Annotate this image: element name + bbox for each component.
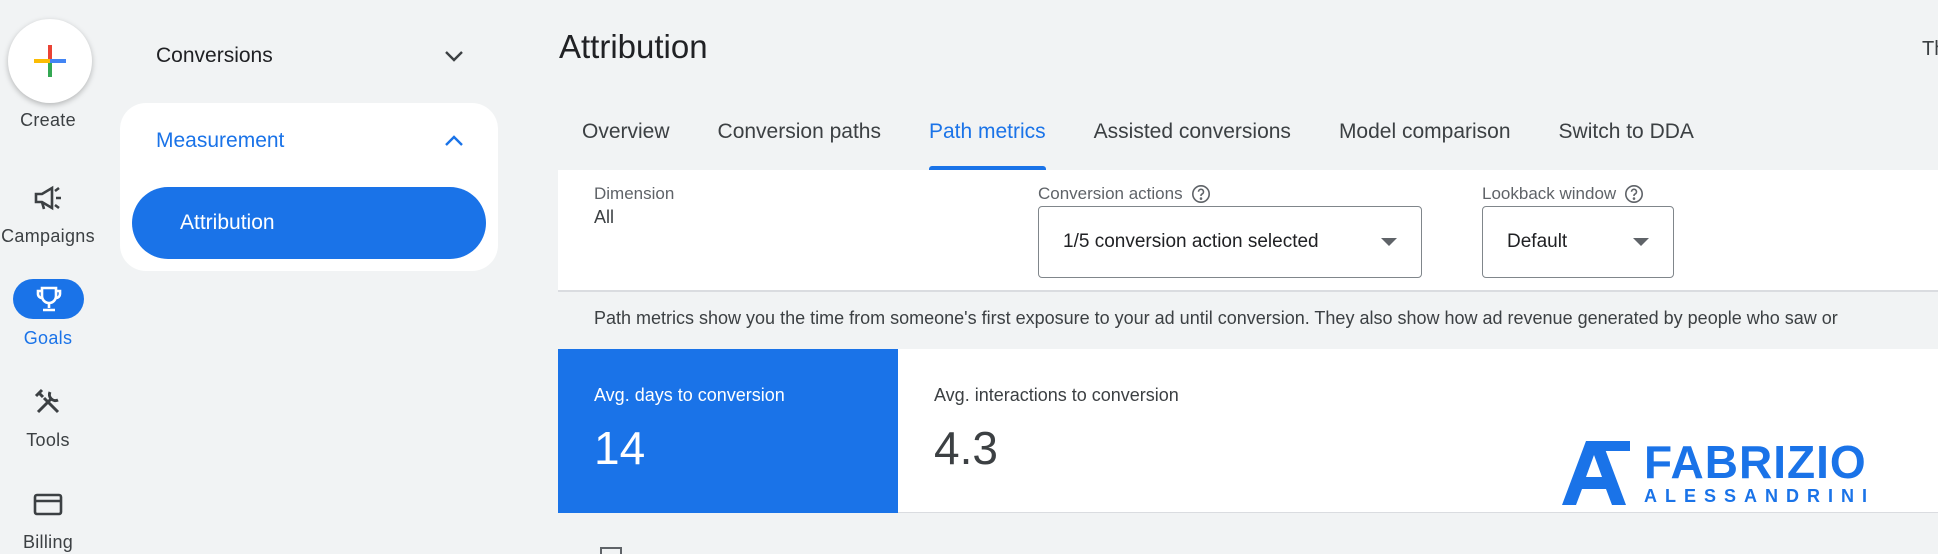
nav-attribution[interactable]: Attribution [132,187,486,259]
create-button[interactable] [8,19,92,103]
rail-item-billing[interactable]: Billing [0,532,96,553]
metric-value: 14 [594,422,646,474]
lookback-window-select[interactable]: Default [1482,206,1674,278]
page-title: Attribution [559,28,708,65]
conversion-actions-label: Conversion actions [1038,184,1211,204]
dropdown-caret-icon [1381,238,1397,246]
dimension-label: Dimension [594,184,674,204]
lookback-window-label: Lookback window [1482,184,1644,204]
table-icon[interactable] [600,547,622,554]
watermark-name: FABRIZIO [1644,436,1867,488]
help-icon[interactable] [1624,184,1644,204]
tab-conversion-paths[interactable]: Conversion paths [694,104,905,170]
dimension-value[interactable]: All [594,207,614,228]
metric-card-avg-interactions[interactable]: Avg. interactions to conversion 4.3 [898,349,1298,513]
nav-measurement-label: Measurement [156,129,285,152]
metric-label: Avg. interactions to conversion [934,385,1179,405]
create-label: Create [20,110,76,130]
tab-bar: Overview Conversion paths Path metrics A… [558,104,1718,170]
metric-value: 4.3 [934,422,998,474]
tab-model-comparison[interactable]: Model comparison [1315,104,1535,170]
top-right-text: Th [1922,38,1938,60]
tab-assisted-conversions[interactable]: Assisted conversions [1070,104,1315,170]
dropdown-caret-icon [1633,238,1649,246]
metric-card-avg-days[interactable]: Avg. days to conversion 14 [558,349,898,513]
rail-item-tools[interactable]: Tools [0,430,96,451]
trophy-icon [36,286,61,312]
nav-measurement[interactable]: Measurement [156,123,466,159]
megaphone-icon[interactable] [28,178,68,218]
rail-item-goals[interactable]: Goals [0,328,96,349]
watermark-surname: ALESSANDRINI [1644,486,1876,506]
watermark-logo: FABRIZIO ALESSANDRINI [1562,436,1896,508]
tab-switch-to-dda[interactable]: Switch to DDA [1535,104,1718,170]
nav-conversions-label: Conversions [156,44,273,67]
chevron-down-icon [445,51,463,62]
help-icon[interactable] [1191,184,1211,204]
conversion-actions-select[interactable]: 1/5 conversion action selected [1038,206,1422,278]
nav-conversions[interactable]: Conversions [156,38,466,74]
lookback-window-label-text: Lookback window [1482,184,1617,203]
goals-active-pill[interactable] [13,279,84,319]
tab-overview[interactable]: Overview [558,104,694,170]
fa-monogram-icon [1562,441,1630,505]
tab-path-metrics[interactable]: Path metrics [905,104,1070,170]
conversion-actions-label-text: Conversion actions [1038,184,1183,203]
conversion-actions-value: 1/5 conversion action selected [1063,231,1319,252]
plus-icon [34,45,66,77]
path-metrics-description: Path metrics show you the time from some… [594,308,1838,328]
metric-label: Avg. days to conversion [594,385,785,405]
lookback-window-value: Default [1507,231,1568,252]
dimension-label-text: Dimension [594,184,675,203]
credit-card-icon[interactable] [28,484,68,524]
rail-item-campaigns[interactable]: Campaigns [0,226,96,247]
tools-icon[interactable] [28,382,68,422]
left-rail: Create Campaigns Goals Tools Billing [0,0,96,554]
measurement-card: Measurement Attribution [120,103,498,271]
filter-card: Dimension All Conversion actions 1/5 con… [558,170,1938,292]
chevron-up-icon [445,135,463,146]
